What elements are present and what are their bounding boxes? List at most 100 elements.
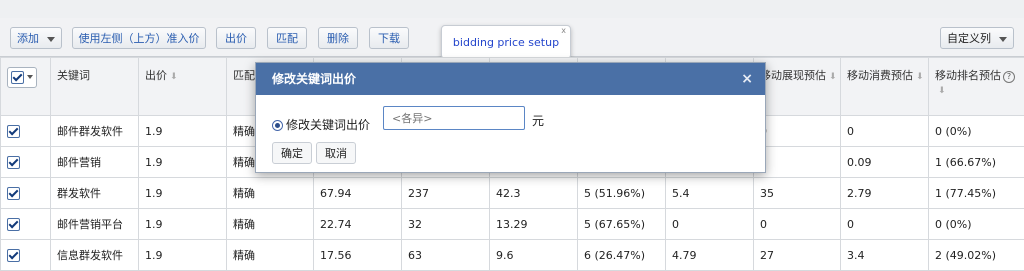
cell: 1.9: [139, 178, 227, 209]
cell: 22.74: [314, 209, 402, 240]
chevron-down-icon: [27, 75, 33, 79]
bid-input[interactable]: [383, 106, 525, 130]
cell: 6 (26.47%): [578, 240, 666, 271]
download-button[interactable]: 下载: [369, 27, 409, 49]
col-bid-label: 出价: [145, 69, 167, 82]
col-mobile-rank-label: 移动排名预估: [935, 69, 1001, 82]
cell: 35: [754, 178, 841, 209]
tooltip: bidding price setup x: [441, 25, 571, 59]
cell: 精确: [227, 178, 314, 209]
select-all-checkbox[interactable]: [11, 71, 24, 84]
cancel-button[interactable]: 取消: [316, 142, 356, 164]
col-keyword[interactable]: 关键词: [51, 58, 139, 116]
row-checkbox-cell[interactable]: [1, 240, 51, 271]
cell: 精确: [227, 240, 314, 271]
cell: 0: [841, 116, 929, 147]
cell: 32: [402, 209, 490, 240]
cell: 1 (77.45%): [929, 178, 1024, 209]
cell: 1.9: [139, 116, 227, 147]
row-checkbox[interactable]: [7, 187, 20, 200]
cell: 精确: [227, 209, 314, 240]
dialog-title: 修改关键词出价: [272, 72, 356, 86]
row-checkbox[interactable]: [7, 249, 20, 262]
cell: 42.3: [490, 178, 578, 209]
add-label: 添加: [17, 32, 39, 45]
dialog-titlebar: 修改关键词出价 ×: [256, 63, 765, 95]
cell: 4.79: [666, 240, 754, 271]
table-row[interactable]: 群发软件 1.9 精确 67.94 237 42.3 5 (51.96%) 5.…: [1, 178, 1024, 209]
col-mobile-spend-label: 移动消费预估: [847, 69, 913, 82]
confirm-button[interactable]: 确定: [272, 142, 312, 164]
add-dropdown-button[interactable]: 添加: [10, 27, 62, 49]
cell: 5 (51.96%): [578, 178, 666, 209]
bid-button[interactable]: 出价: [216, 27, 256, 49]
use-left-price-button[interactable]: 使用左侧（上方）准入价: [72, 27, 206, 49]
edit-bid-radio[interactable]: [272, 120, 283, 131]
cell: 2 (49.02%): [929, 240, 1024, 271]
row-checkbox-cell[interactable]: [1, 209, 51, 240]
col-mobile-impressions-label: 移动展现预估: [760, 69, 826, 82]
unit-label: 元: [532, 112, 544, 129]
col-mobile-rank[interactable]: 移动排名预估? ⬇: [929, 58, 1024, 116]
cell: 0: [754, 116, 841, 147]
cell: 群发软件: [51, 178, 139, 209]
select-all-header[interactable]: [1, 58, 51, 116]
chevron-down-icon: [999, 37, 1007, 42]
match-button[interactable]: 匹配: [267, 27, 307, 49]
cell: 1.9: [139, 240, 227, 271]
row-checkbox-cell[interactable]: [1, 147, 51, 178]
edit-bid-option-label: 修改关键词出价: [286, 118, 370, 132]
row-checkbox[interactable]: [7, 125, 20, 138]
cell: 13.29: [490, 209, 578, 240]
col-bid[interactable]: 出价⬇: [139, 58, 227, 116]
cell: 3.4: [841, 240, 929, 271]
sort-arrow-icon: ⬇: [829, 72, 837, 82]
cell: 0: [841, 209, 929, 240]
edit-bid-dialog: 修改关键词出价 × 修改关键词出价 元 确定 取消: [255, 62, 766, 173]
cell: 1.9: [139, 147, 227, 178]
cell: 1 (66.67%): [929, 147, 1024, 178]
cell: 邮件营销平台: [51, 209, 139, 240]
cell: 邮件群发软件: [51, 116, 139, 147]
table-row[interactable]: 邮件营销平台 1.9 精确 22.74 32 13.29 5 (67.65%) …: [1, 209, 1024, 240]
cell: 237: [402, 178, 490, 209]
table-row[interactable]: 信息群发软件 1.9 精确 17.56 63 9.6 6 (26.47%) 4.…: [1, 240, 1024, 271]
cell: 0: [754, 209, 841, 240]
row-checkbox-cell[interactable]: [1, 116, 51, 147]
cell: 27: [754, 240, 841, 271]
col-keyword-label: 关键词: [57, 69, 90, 82]
col-mobile-impressions[interactable]: 移动展现预估⬇: [754, 58, 841, 116]
cell: 0 (0%): [929, 209, 1024, 240]
edit-bid-option[interactable]: 修改关键词出价: [272, 116, 370, 133]
cell: 2: [754, 147, 841, 178]
tooltip-close-icon[interactable]: x: [561, 14, 566, 48]
col-mobile-spend[interactable]: 移动消费预估⬇: [841, 58, 929, 116]
chevron-down-icon: [47, 37, 55, 42]
select-all-dropdown[interactable]: [7, 67, 37, 88]
col-match-label: 匹配: [233, 69, 255, 82]
cell: 0 (0%): [929, 116, 1024, 147]
cell: 2.79: [841, 178, 929, 209]
tooltip-text: bidding price setup: [453, 36, 559, 49]
cell: 信息群发软件: [51, 240, 139, 271]
sort-arrow-icon: ⬇: [938, 86, 946, 96]
cell: 1.9: [139, 209, 227, 240]
cell: 67.94: [314, 178, 402, 209]
sort-arrow-icon: ⬇: [170, 72, 178, 82]
cell: 0.09: [841, 147, 929, 178]
custom-columns-label: 自定义列: [947, 32, 991, 45]
row-checkbox[interactable]: [7, 156, 20, 169]
row-checkbox[interactable]: [7, 218, 20, 231]
close-icon[interactable]: ×: [741, 63, 753, 95]
help-icon[interactable]: ?: [1003, 71, 1015, 83]
cell: 63: [402, 240, 490, 271]
cell: 9.6: [490, 240, 578, 271]
cell: 0: [666, 209, 754, 240]
cell: 17.56: [314, 240, 402, 271]
cell: 5 (67.65%): [578, 209, 666, 240]
custom-columns-dropdown[interactable]: 自定义列: [940, 27, 1014, 49]
row-checkbox-cell[interactable]: [1, 178, 51, 209]
delete-button[interactable]: 删除: [318, 27, 358, 49]
sort-arrow-icon: ⬇: [916, 72, 924, 82]
top-strip: [0, 0, 1024, 19]
